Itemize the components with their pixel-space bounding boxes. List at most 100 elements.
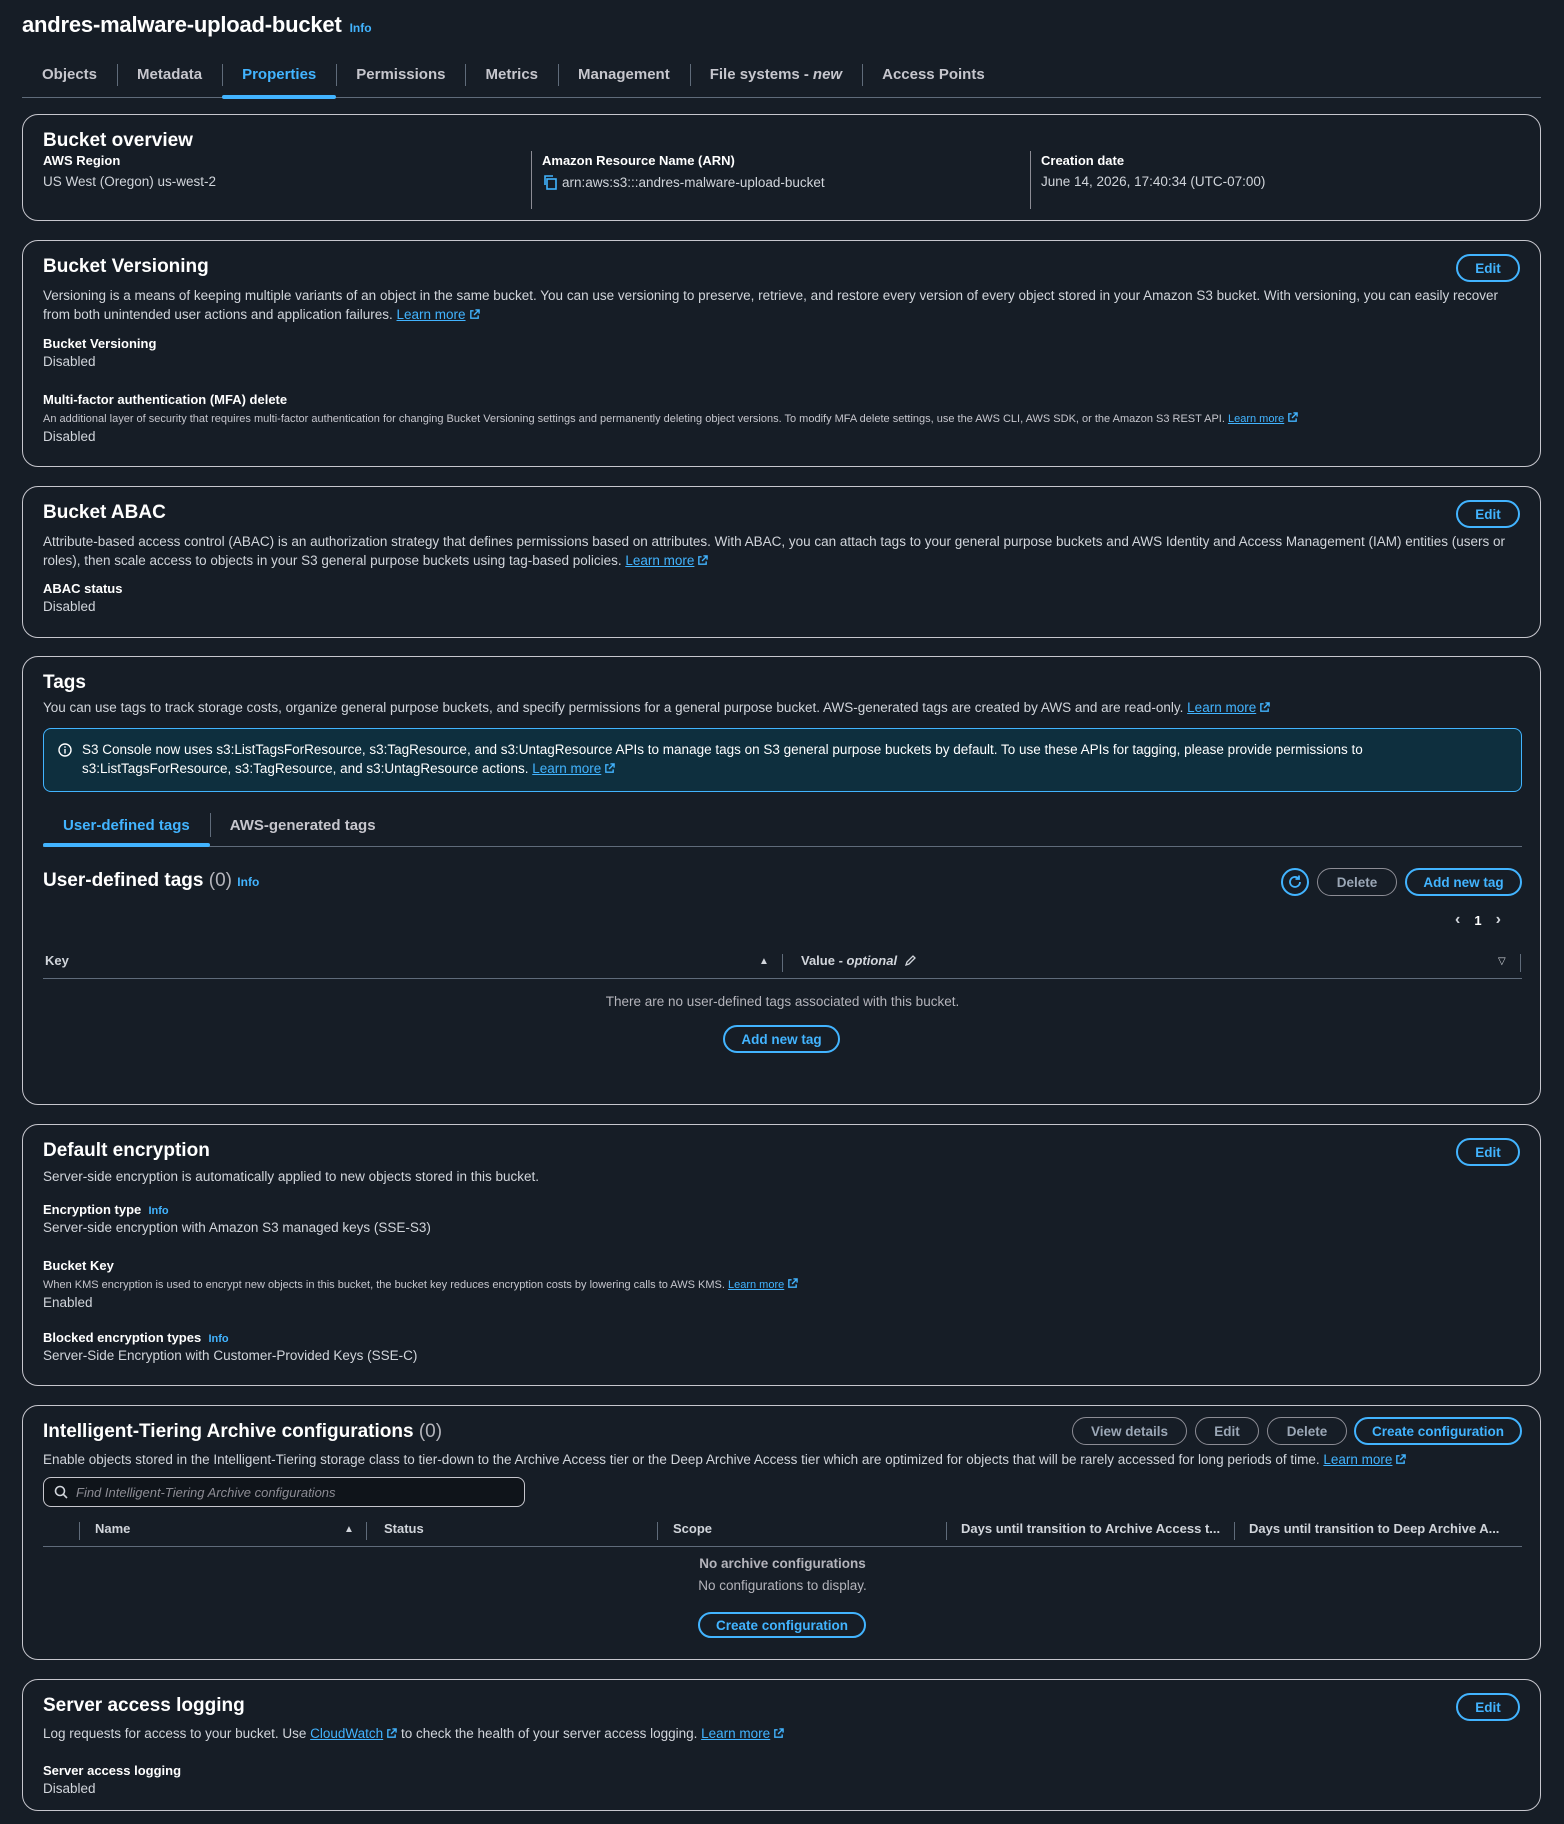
external-link-icon (697, 555, 708, 566)
tab-management[interactable]: Management (558, 60, 690, 98)
tiering-search[interactable] (43, 1477, 525, 1507)
creation-date-value: June 14, 2026, 17:40:34 (UTC-07:00) (1041, 174, 1266, 189)
encryption-edit-button[interactable]: Edit (1456, 1138, 1520, 1166)
column-divider (366, 1522, 367, 1540)
mfa-delete-label: Multi-factor authentication (MFA) delete (43, 392, 288, 407)
delete-tag-button[interactable]: Delete (1317, 868, 1397, 896)
empty-create-configuration-button[interactable]: Create configuration (698, 1612, 866, 1638)
arn-value: arn:aws:s3:::andres-malware-upload-bucke… (562, 174, 825, 190)
creation-date-field: Creation date June 14, 2026, 17:40:34 (U… (1041, 153, 1265, 189)
sort-icon[interactable]: ▽ (1498, 956, 1506, 967)
tab-objects[interactable]: Objects (22, 60, 117, 98)
mfa-delete-description-text: An additional layer of security that req… (43, 413, 1225, 425)
cloudwatch-link[interactable]: CloudWatch (310, 1726, 383, 1741)
logging-description-pre: Log requests for access to your bucket. … (43, 1726, 307, 1741)
creation-date-label: Creation date (1041, 153, 1125, 168)
region-label: AWS Region (43, 153, 121, 168)
tiering-empty-description: No configurations to display. (698, 1578, 867, 1593)
encryption-title: Default encryption (43, 1140, 210, 1161)
column-scope[interactable]: Scope (673, 1521, 712, 1536)
page-title: andres-malware-upload-bucket (22, 12, 342, 37)
column-status[interactable]: Status (384, 1521, 424, 1536)
blocked-encryption-types-value: Server-Side Encryption with Customer-Pro… (43, 1348, 418, 1363)
external-link-icon (1259, 702, 1270, 713)
page-header: andres-malware-upload-bucket Info (22, 12, 372, 38)
arn-label: Amazon Resource Name (ARN) (542, 153, 735, 168)
chevron-left-icon[interactable]: ‹ (1455, 911, 1460, 929)
blocked-encryption-types-label: Blocked encryption types Info (43, 1330, 229, 1345)
view-details-button[interactable]: View details (1072, 1417, 1187, 1445)
column-days-deep-archive[interactable]: Days until transition to Deep Archive A.… (1249, 1521, 1499, 1536)
divider (1030, 151, 1031, 209)
tags-description: You can use tags to track storage costs,… (43, 698, 1270, 717)
learn-more-link[interactable]: Learn more (1323, 1452, 1392, 1467)
column-key[interactable]: Key (45, 953, 69, 968)
column-days-archive[interactable]: Days until transition to Archive Access … (961, 1521, 1220, 1536)
tab-user-defined-tags[interactable]: User-defined tags (43, 807, 210, 847)
copy-icon[interactable] (542, 174, 558, 190)
alert-message: S3 Console now uses s3:ListTagsForResour… (82, 740, 1502, 778)
create-configuration-button[interactable]: Create configuration (1354, 1417, 1522, 1445)
tab-access-points[interactable]: Access Points (862, 60, 1005, 98)
tiering-edit-button[interactable]: Edit (1195, 1417, 1259, 1445)
default-encryption-panel: Default encryption Edit Server-side encr… (22, 1124, 1541, 1386)
encryption-description: Server-side encryption is automatically … (43, 1169, 539, 1184)
tags-title: Tags (43, 672, 86, 693)
tab-metadata[interactable]: Metadata (117, 60, 222, 98)
page-number[interactable]: 1 (1474, 913, 1481, 928)
logging-edit-button[interactable]: Edit (1456, 1693, 1520, 1721)
tiering-search-input[interactable] (76, 1484, 524, 1500)
learn-more-link[interactable]: Learn more (625, 553, 694, 568)
column-divider (1234, 1522, 1235, 1540)
tab-permissions[interactable]: Permissions (336, 60, 465, 98)
add-new-tag-button[interactable]: Add new tag (1405, 868, 1522, 896)
empty-add-new-tag-button[interactable]: Add new tag (723, 1025, 840, 1053)
external-link-icon (604, 763, 615, 774)
chevron-right-icon[interactable]: › (1496, 911, 1501, 929)
tab-file-systems-label: File systems - (709, 66, 809, 83)
sort-ascending-icon[interactable]: ▲ (344, 1524, 354, 1535)
edit-icon (904, 955, 916, 967)
info-icon (58, 743, 72, 760)
logging-description: Log requests for access to your bucket. … (43, 1724, 784, 1743)
sort-ascending-icon[interactable]: ▲ (759, 956, 769, 967)
bucket-abac-panel: Bucket ABAC Edit Attribute-based access … (22, 486, 1541, 638)
bucket-key-description: When KMS encryption is used to encrypt n… (43, 1278, 798, 1291)
info-link[interactable]: Info (237, 875, 259, 889)
bucket-tabs: Objects Metadata Properties Permissions … (22, 60, 1541, 99)
learn-more-link[interactable]: Learn more (728, 1279, 784, 1291)
refresh-button[interactable] (1281, 868, 1309, 896)
info-link[interactable]: Info (208, 1333, 228, 1345)
info-link[interactable]: Info (148, 1205, 168, 1217)
learn-more-link[interactable]: Learn more (397, 307, 466, 322)
tab-metrics[interactable]: Metrics (465, 60, 558, 98)
bucket-key-value: Enabled (43, 1295, 93, 1310)
tab-properties[interactable]: Properties (222, 60, 337, 99)
column-value[interactable]: Value - optional (801, 953, 917, 968)
column-divider (657, 1522, 658, 1540)
info-link[interactable]: Info (350, 21, 372, 35)
user-defined-tags-title: User-defined tags (43, 870, 204, 891)
logging-description-post: to check the health of your server acces… (400, 1726, 698, 1741)
tiering-table-header: Name ▲ Status Scope Days until transitio… (43, 1513, 1522, 1547)
bucket-key-label: Bucket Key (43, 1258, 114, 1273)
learn-more-link[interactable]: Learn more (1187, 700, 1256, 715)
tiering-description: Enable objects stored in the Intelligent… (43, 1450, 1406, 1469)
tab-aws-generated-tags[interactable]: AWS-generated tags (209, 807, 396, 846)
versioning-edit-button[interactable]: Edit (1456, 254, 1520, 282)
tiering-heading: Intelligent-Tiering Archive configuratio… (43, 1421, 442, 1443)
learn-more-link[interactable]: Learn more (701, 1726, 770, 1741)
tab-file-systems[interactable]: File systems - new (689, 60, 862, 98)
arn-field: Amazon Resource Name (ARN) arn:aws:s3:::… (542, 153, 825, 190)
versioning-description: Versioning is a means of keeping multipl… (43, 286, 1523, 324)
mfa-delete-value: Disabled (43, 429, 96, 444)
versioning-status-value: Disabled (43, 354, 96, 369)
abac-title: Bucket ABAC (43, 502, 166, 523)
tiering-delete-button[interactable]: Delete (1267, 1417, 1347, 1445)
bucket-overview-panel: Bucket overview AWS Region US West (Oreg… (22, 114, 1541, 221)
learn-more-link[interactable]: Learn more (1228, 413, 1284, 425)
tags-empty-message: There are no user-defined tags associate… (605, 994, 960, 1009)
abac-edit-button[interactable]: Edit (1456, 500, 1520, 528)
column-name[interactable]: Name (95, 1521, 130, 1536)
learn-more-link[interactable]: Learn more (532, 761, 601, 776)
